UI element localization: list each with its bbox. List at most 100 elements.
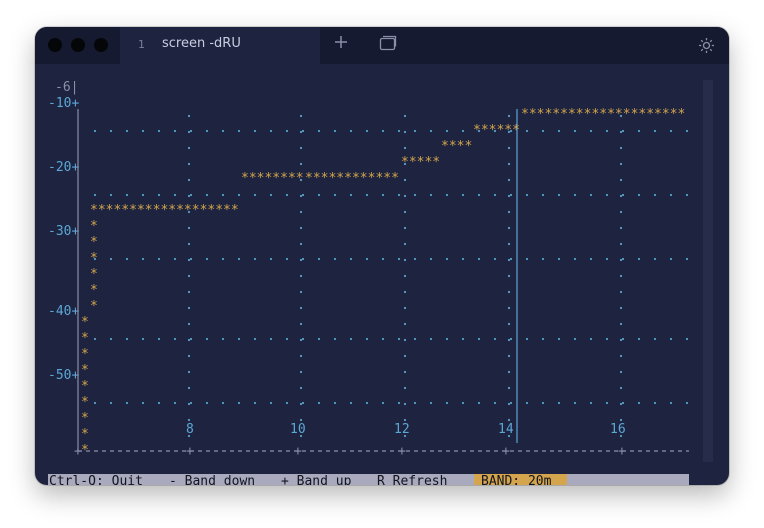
gridline-dot <box>285 401 289 405</box>
gridline-dot <box>619 258 623 262</box>
gridline-dot <box>685 257 689 261</box>
gridline-dot <box>299 194 303 198</box>
gridline-dot <box>333 193 337 197</box>
gridline-dot <box>253 193 257 197</box>
gridline-dot <box>403 402 407 406</box>
gridline-dot <box>299 146 303 150</box>
gridline-dot <box>187 386 191 390</box>
gridline-dot <box>509 401 513 405</box>
windows-icon[interactable] <box>379 35 397 55</box>
window-control-minimize[interactable] <box>71 38 85 52</box>
gear-icon[interactable] <box>698 37 715 58</box>
x-axis-tick: + <box>618 444 626 459</box>
gridline-dot <box>477 337 481 341</box>
gridline-dot <box>397 337 401 341</box>
window-control-close[interactable] <box>48 38 62 52</box>
gridline-dot <box>187 226 191 230</box>
gridline-dot <box>653 401 657 405</box>
status-bar: Ctrl-Q: Quit - Band down + Band up R Ref… <box>48 474 689 485</box>
step-segment: ********************* <box>521 107 685 122</box>
gridline-dot <box>557 193 561 197</box>
gridline-dot <box>507 242 511 246</box>
gridline-dot <box>619 338 623 342</box>
gridline-dot <box>605 337 609 341</box>
gridline-dot <box>477 401 481 405</box>
gridline-dot <box>619 130 623 134</box>
terminal-pane[interactable]: -6| -10+ -20+ -30+ -40+ -50+ + + + + + + *****… <box>35 64 729 485</box>
gridline-dot <box>317 129 321 133</box>
gridline-dot <box>301 193 305 197</box>
gridline-dot <box>397 401 401 405</box>
gridline-dot <box>573 257 577 261</box>
tab-screen[interactable]: 1 screen -dRU <box>120 27 320 64</box>
gridline-dot <box>187 338 191 342</box>
gridline-dot <box>619 306 623 310</box>
gridline-dot <box>605 129 609 133</box>
x-tick-label: 10 <box>290 422 306 437</box>
gridline-dot <box>507 402 511 406</box>
gridline-dot <box>461 257 465 261</box>
gridline-dot <box>653 337 657 341</box>
gridline-dot <box>125 257 129 261</box>
tab-index: 1 <box>138 38 145 51</box>
gridline-dot <box>619 178 623 182</box>
gridline-dot <box>507 146 511 150</box>
gridline-dot <box>397 257 401 261</box>
gridline-dot <box>381 193 385 197</box>
gridline-dot <box>173 193 177 197</box>
gridline-dot <box>141 193 145 197</box>
gridline-dot <box>403 354 407 358</box>
gridline-dot <box>285 257 289 261</box>
gridline-dot <box>365 337 369 341</box>
gridline-dot <box>403 258 407 262</box>
gridline-dot <box>403 322 407 326</box>
gridline-dot <box>299 338 303 342</box>
gridline-dot <box>507 290 511 294</box>
gridline-dot <box>509 257 513 261</box>
gridline-dot <box>187 194 191 198</box>
gridline-dot <box>349 401 353 405</box>
gridline-dot <box>187 162 191 166</box>
gridline-dot <box>109 129 113 133</box>
gridline-dot <box>403 226 407 230</box>
gridline-dot <box>507 370 511 374</box>
gridline-dot <box>685 129 689 133</box>
data-point: * <box>81 411 89 426</box>
gridline-dot <box>637 337 641 341</box>
gridline-dot <box>669 337 673 341</box>
step-segment: ***** <box>401 155 440 170</box>
gridline-dot <box>299 210 303 214</box>
gridline-dot <box>299 242 303 246</box>
gridline-dot <box>619 210 623 214</box>
gridline-dot <box>403 242 407 246</box>
gridline-dot <box>269 337 273 341</box>
gridline-dot <box>525 257 529 261</box>
gridline-dot <box>637 129 641 133</box>
gridline-dot <box>621 129 625 133</box>
gridline-dot <box>157 257 161 261</box>
gridline-dot <box>333 129 337 133</box>
gridline-dot <box>299 258 303 262</box>
gridline-dot <box>253 257 257 261</box>
gridline-dot <box>299 226 303 230</box>
gridline-dot <box>541 129 545 133</box>
gridline-dot <box>173 129 177 133</box>
gridline-dot <box>205 257 209 261</box>
gridline-dot <box>525 129 529 133</box>
step-segment: ****** <box>473 123 520 138</box>
gridline-dot <box>413 129 417 133</box>
gridline-dot <box>299 418 303 422</box>
gridline-dot <box>507 210 511 214</box>
data-point: * <box>90 219 98 234</box>
gridline-dot <box>189 337 193 341</box>
gridline-dot <box>333 257 337 261</box>
gridline-dot <box>299 290 303 294</box>
window-control-zoom[interactable] <box>94 38 108 52</box>
plus-icon[interactable] <box>333 34 349 54</box>
gridline-dot <box>221 401 225 405</box>
gridline-dot <box>381 129 385 133</box>
gridline-dot <box>507 306 511 310</box>
gridline-dot <box>205 337 209 341</box>
gridline-dot <box>299 354 303 358</box>
gridline-dot <box>187 306 191 310</box>
